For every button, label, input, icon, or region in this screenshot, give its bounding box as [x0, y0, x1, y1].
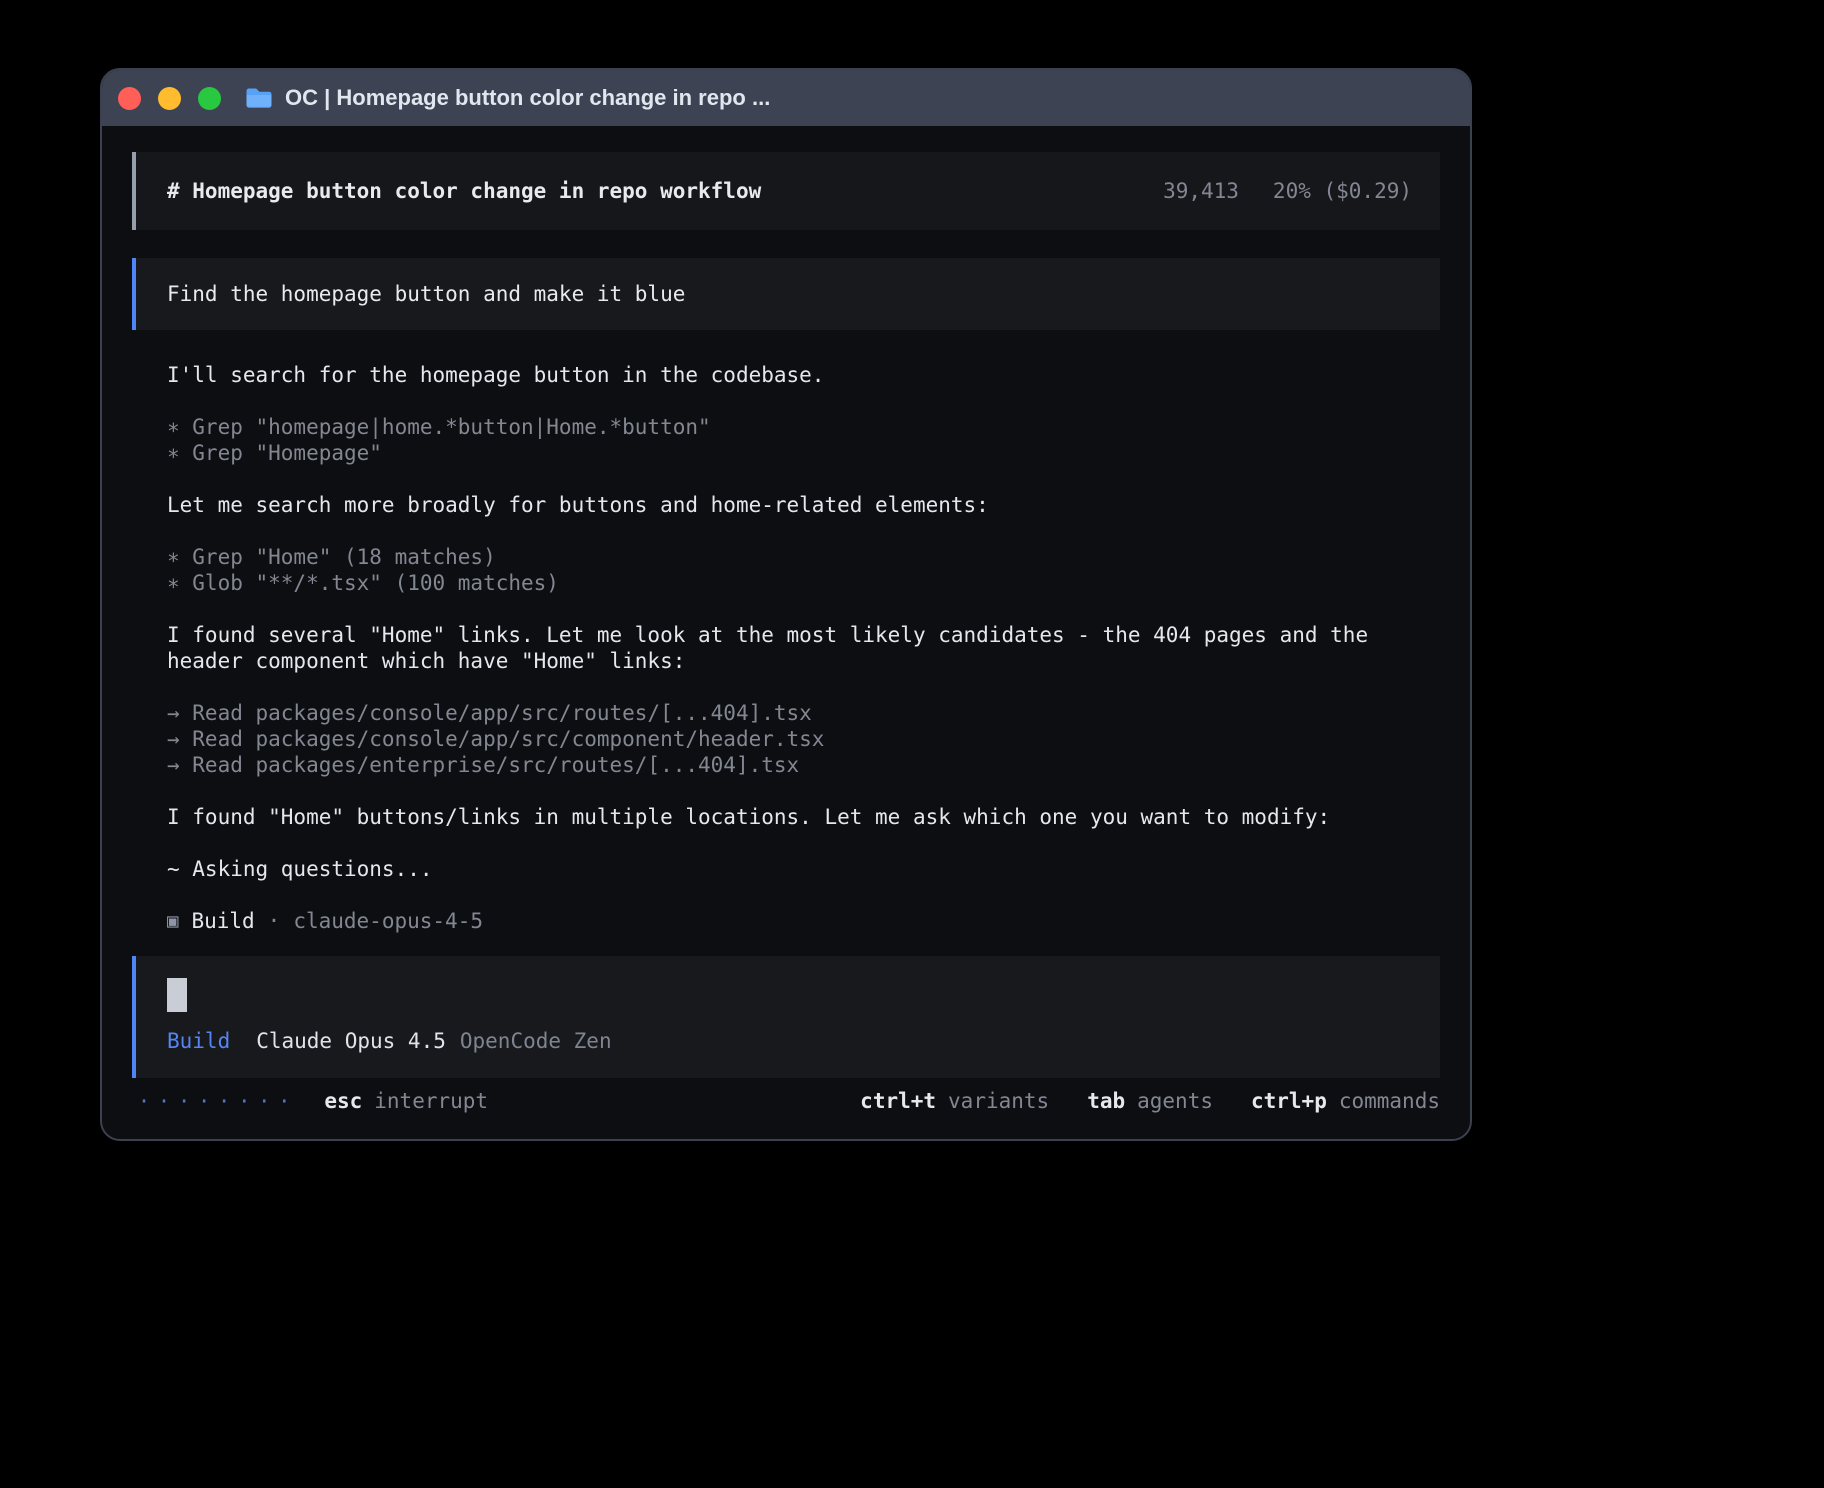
folder-icon: [245, 87, 273, 109]
window-title: OC | Homepage button color change in rep…: [285, 85, 770, 111]
tool-call-group: ∗ Grep "homepage|home.*button|Home.*butt…: [167, 414, 1407, 466]
traffic-lights: [118, 87, 221, 110]
tool-call-group: ∗ Grep "Home" (18 matches) ∗ Glob "**/*.…: [167, 544, 1407, 596]
tool-call-read: → Read packages/enterprise/src/routes/[.…: [167, 752, 1407, 778]
user-message: Find the homepage button and make it blu…: [132, 258, 1440, 330]
session-title: # Homepage button color change in repo w…: [167, 179, 761, 203]
model-label[interactable]: Claude Opus 4.5: [256, 1029, 446, 1053]
key-tab: tab: [1087, 1089, 1125, 1113]
agent-icon: ▣: [167, 908, 178, 934]
terminal-content: # Homepage button color change in repo w…: [102, 126, 1470, 1139]
key-ctrl-t-label: variants: [948, 1089, 1049, 1113]
tool-call-grep: ∗ Grep "homepage|home.*button|Home.*butt…: [167, 414, 1407, 440]
agent-name: Build: [191, 908, 254, 934]
session-stats: 39,413 20% ($0.29): [1163, 179, 1412, 203]
terminal-window: OC | Homepage button color change in rep…: [100, 68, 1472, 1141]
separator-dot: ·: [268, 908, 281, 934]
input-meta: Build Claude Opus 4.5 OpenCode Zen: [167, 1029, 1412, 1053]
text-cursor: [167, 978, 187, 1012]
key-esc: esc: [324, 1089, 362, 1113]
agent-status-line: ▣ Build · claude-opus-4-5: [167, 908, 1407, 934]
minimize-button[interactable]: [158, 87, 181, 110]
tool-call-group: → Read packages/console/app/src/routes/[…: [167, 700, 1407, 778]
key-ctrl-p-label: commands: [1339, 1089, 1440, 1113]
token-count: 39,413: [1163, 179, 1239, 203]
key-esc-label: interrupt: [374, 1089, 488, 1113]
status-bar: ········ esc interrupt ctrl+t variants t…: [132, 1089, 1440, 1113]
status-right: ctrl+t variants tab agents ctrl+p comman…: [822, 1089, 1440, 1113]
tool-call-read: → Read packages/console/app/src/componen…: [167, 726, 1407, 752]
user-message-text: Find the homepage button and make it blu…: [167, 282, 685, 306]
input-line[interactable]: [167, 978, 1412, 1012]
mode-label[interactable]: Build: [167, 1029, 230, 1053]
transcript: I'll search for the homepage button in t…: [167, 362, 1407, 934]
close-button[interactable]: [118, 87, 141, 110]
assistant-message: I'll search for the homepage button in t…: [167, 362, 1407, 388]
tool-call-grep: ∗ Grep "Home" (18 matches): [167, 544, 1407, 570]
titlebar[interactable]: OC | Homepage button color change in rep…: [102, 70, 1470, 126]
prompt-input[interactable]: Build Claude Opus 4.5 OpenCode Zen: [132, 956, 1440, 1078]
shortcut-commands: ctrl+p commands: [1251, 1089, 1440, 1113]
key-tab-label: agents: [1137, 1089, 1213, 1113]
assistant-message: Let me search more broadly for buttons a…: [167, 492, 1407, 518]
shortcut-agents: tab agents: [1087, 1089, 1213, 1113]
provider-label: OpenCode Zen: [460, 1029, 612, 1053]
assistant-message: I found "Home" buttons/links in multiple…: [167, 804, 1407, 830]
zoom-button[interactable]: [198, 87, 221, 110]
key-ctrl-t: ctrl+t: [860, 1089, 936, 1113]
status-left: ········ esc interrupt: [138, 1089, 488, 1113]
tool-call-glob: ∗ Glob "**/*.tsx" (100 matches): [167, 570, 1407, 596]
agent-model: claude-opus-4-5: [293, 908, 483, 934]
context-usage: 20% ($0.29): [1273, 179, 1412, 203]
assistant-activity: ~ Asking questions...: [167, 856, 1407, 882]
shortcut-variants: ctrl+t variants: [860, 1089, 1049, 1113]
spinner-dots: ········: [138, 1089, 298, 1113]
tool-call-grep: ∗ Grep "Homepage": [167, 440, 1407, 466]
session-header: # Homepage button color change in repo w…: [132, 152, 1440, 230]
tool-call-read: → Read packages/console/app/src/routes/[…: [167, 700, 1407, 726]
key-ctrl-p: ctrl+p: [1251, 1089, 1327, 1113]
assistant-message: I found several "Home" links. Let me loo…: [167, 622, 1407, 674]
